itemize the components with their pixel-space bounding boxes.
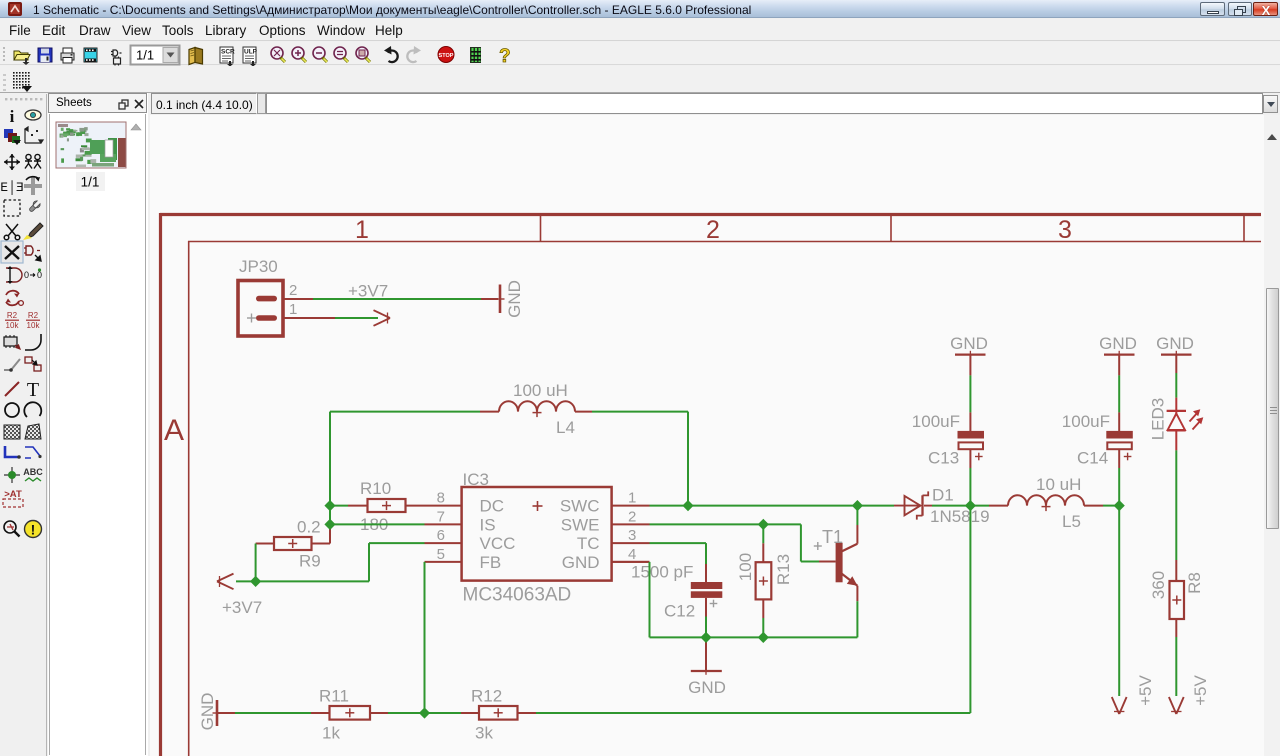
- svg-text:3: 3: [1058, 216, 1072, 244]
- svg-text:ABC: ABC: [23, 467, 43, 477]
- svg-text:L4: L4: [556, 418, 575, 437]
- svg-text:2: 2: [628, 508, 636, 525]
- svg-text:R2: R2: [28, 311, 39, 320]
- svg-text:+3V7: +3V7: [348, 282, 388, 301]
- svg-text:100uF: 100uF: [1062, 412, 1110, 431]
- svg-text:C14: C14: [1077, 449, 1108, 468]
- svg-text:360: 360: [1149, 571, 1168, 599]
- svg-text:10 uH: 10 uH: [1036, 475, 1081, 494]
- svg-text:JP30: JP30: [239, 257, 278, 276]
- svg-text:L5: L5: [1062, 512, 1081, 531]
- svg-text:R9: R9: [299, 552, 321, 571]
- svg-text:T: T: [27, 379, 39, 401]
- svg-text:10k: 10k: [6, 321, 20, 330]
- svg-text:R13: R13: [774, 554, 793, 585]
- svg-text:R11: R11: [319, 687, 349, 706]
- svg-text:IC3: IC3: [463, 470, 489, 489]
- svg-text:STOP: STOP: [439, 53, 454, 59]
- svg-text:TC: TC: [577, 534, 600, 553]
- svg-text:0.2: 0.2: [297, 518, 321, 537]
- svg-text:5: 5: [437, 546, 445, 563]
- svg-text:MC34063AD: MC34063AD: [463, 585, 572, 606]
- svg-text:1: 1: [355, 216, 369, 244]
- svg-text:C13: C13: [928, 449, 959, 468]
- svg-text:1/1: 1/1: [81, 175, 100, 190]
- svg-text:A: A: [164, 414, 184, 447]
- svg-text:3: 3: [628, 527, 636, 544]
- svg-text:100uF: 100uF: [912, 412, 960, 431]
- svg-text:+3V7: +3V7: [222, 598, 262, 617]
- svg-text:FB: FB: [480, 553, 502, 572]
- svg-text:1/1: 1/1: [136, 48, 154, 63]
- svg-text:1k: 1k: [322, 724, 340, 743]
- svg-text:8: 8: [437, 490, 445, 507]
- svg-text:?: ?: [499, 46, 511, 66]
- svg-text:4: 4: [628, 546, 636, 563]
- svg-text:IS: IS: [480, 515, 496, 534]
- svg-text:R10: R10: [360, 479, 391, 498]
- svg-text:!: !: [31, 522, 36, 538]
- svg-text:DC: DC: [480, 497, 505, 516]
- svg-text:7: 7: [437, 508, 445, 525]
- svg-text:R2: R2: [7, 311, 18, 320]
- svg-text:C12: C12: [664, 602, 695, 621]
- svg-text:100 uH: 100 uH: [513, 381, 568, 400]
- svg-text:VCC: VCC: [480, 534, 516, 553]
- svg-text:GND: GND: [688, 678, 726, 697]
- svg-text:GND: GND: [1099, 334, 1137, 353]
- svg-text:GND: GND: [505, 280, 524, 318]
- svg-text:6: 6: [437, 527, 445, 544]
- svg-text:ULP: ULP: [244, 49, 258, 56]
- svg-text:SCR: SCR: [221, 49, 235, 56]
- svg-text:>AT: >AT: [4, 489, 22, 500]
- svg-text:+5V: +5V: [1136, 674, 1155, 705]
- svg-text:GND: GND: [198, 693, 217, 731]
- svg-text:LED3: LED3: [1149, 398, 1168, 441]
- svg-text:3k: 3k: [475, 724, 493, 743]
- svg-text:R8: R8: [1185, 572, 1204, 594]
- svg-text:0: 0: [24, 270, 29, 280]
- svg-text:100: 100: [736, 553, 755, 581]
- svg-text:1N5819: 1N5819: [930, 507, 990, 526]
- svg-text:2: 2: [706, 216, 720, 244]
- svg-text:SWC: SWC: [560, 497, 600, 516]
- svg-text:i: i: [10, 107, 15, 126]
- svg-text:T1: T1: [822, 527, 843, 547]
- svg-text:2: 2: [289, 282, 297, 299]
- svg-text:D1: D1: [932, 486, 954, 505]
- svg-text:GND: GND: [950, 334, 988, 353]
- svg-text:GND: GND: [1156, 334, 1194, 353]
- svg-text:1: 1: [289, 301, 297, 318]
- svg-text:GND: GND: [562, 553, 600, 572]
- svg-text:1: 1: [628, 490, 636, 507]
- svg-text:E│Ǝ: E│Ǝ: [0, 180, 23, 195]
- svg-text:+5V: +5V: [1191, 674, 1210, 705]
- svg-text:SWE: SWE: [561, 515, 600, 534]
- svg-text:R12: R12: [471, 687, 502, 706]
- svg-text:10k: 10k: [27, 321, 41, 330]
- svg-text:1500 pF: 1500 pF: [631, 563, 693, 582]
